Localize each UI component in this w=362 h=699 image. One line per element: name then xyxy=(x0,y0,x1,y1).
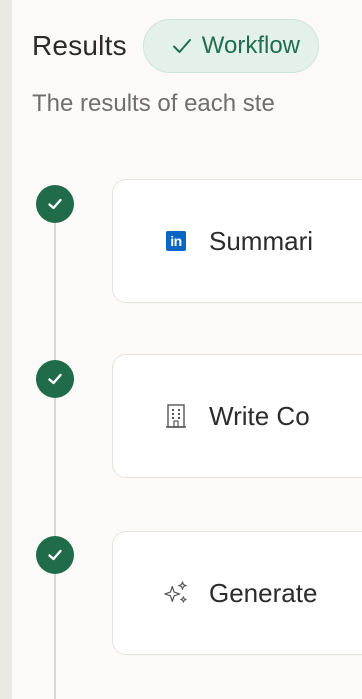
step-complete-check-icon xyxy=(36,536,74,574)
building-icon xyxy=(163,403,189,429)
linkedin-icon: in xyxy=(163,228,189,254)
step-card[interactable]: in Summari xyxy=(112,179,362,303)
step-label: Write Co xyxy=(209,400,310,431)
results-header: Results Workflow xyxy=(32,18,320,74)
step-label: Generate xyxy=(209,577,318,608)
timeline-line xyxy=(54,200,56,699)
page-title: Results xyxy=(32,30,127,61)
step-complete-check-icon xyxy=(36,185,74,223)
check-icon xyxy=(172,37,192,55)
step-label: Summari xyxy=(209,225,314,256)
step-card[interactable]: Write Co xyxy=(112,354,362,478)
badge-label: Workflow xyxy=(201,32,301,59)
page-subtitle: The results of each ste xyxy=(32,90,275,117)
workflow-status-badge: Workflow xyxy=(142,19,320,73)
sparkles-icon xyxy=(163,580,189,606)
results-panel: Results Workflow The results of each ste… xyxy=(12,0,362,699)
step-complete-check-icon xyxy=(36,360,74,398)
step-card[interactable]: Generate xyxy=(112,531,362,655)
